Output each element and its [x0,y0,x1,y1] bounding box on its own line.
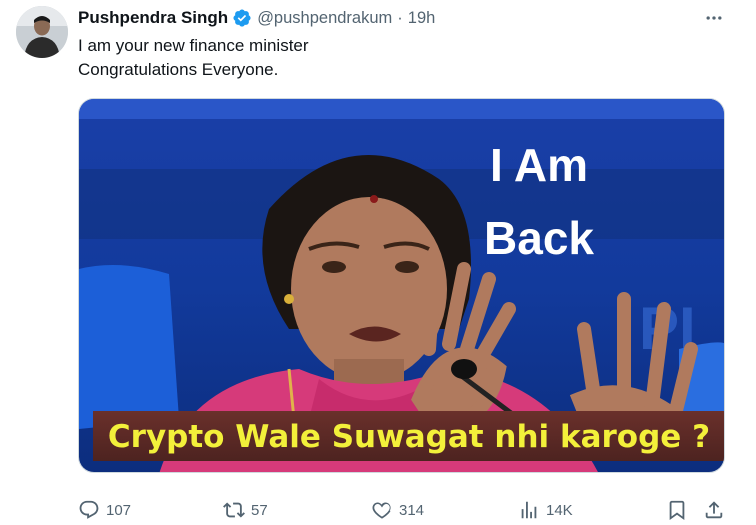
media-overlay-line-1: I Am [490,139,588,191]
tweet-media-image[interactable]: PI I Am Back [78,98,725,473]
bookmark-icon [669,500,685,521]
like-count: 314 [399,501,425,519]
verified-badge-icon [233,9,251,27]
tweet-actions: 107 57 314 14K [78,495,728,525]
like-button[interactable]: 314 [371,495,424,525]
share-button[interactable] [703,495,725,525]
reply-icon [79,500,99,519]
media-caption: Crypto Wale Suwagat nhi karoge ? [108,419,710,455]
retweet-count: 57 [251,501,268,519]
tweet-text-line-2: Congratulations Everyone. [78,60,279,79]
tweet-text-line-1: I am your new finance minister [78,36,309,55]
reply-button[interactable]: 107 [78,495,131,525]
views-chart-icon [521,501,537,519]
avatar[interactable] [16,6,68,58]
heart-icon [372,502,391,519]
author-name[interactable]: Pushpendra Singh [78,8,228,28]
views-button[interactable]: 14K [518,495,573,525]
tweet-header: Pushpendra Singh @pushpendrakum · 19h [78,6,435,30]
separator-dot: · [397,8,403,27]
retweet-icon [223,502,245,518]
more-dots-icon[interactable] [700,6,728,30]
tweet-card[interactable]: Pushpendra Singh @pushpendrakum · 19h I … [0,0,756,525]
reply-count: 107 [106,501,132,519]
media-overlay-line-2: Back [484,212,594,264]
bookmark-button[interactable] [666,495,688,525]
retweet-button[interactable]: 57 [223,495,268,525]
timestamp[interactable]: 19h [408,9,436,28]
views-count: 14K [546,501,573,519]
tweet-text: I am your new finance minister Congratul… [78,34,718,82]
share-icon [705,501,723,519]
author-handle[interactable]: @pushpendrakum [257,9,392,28]
